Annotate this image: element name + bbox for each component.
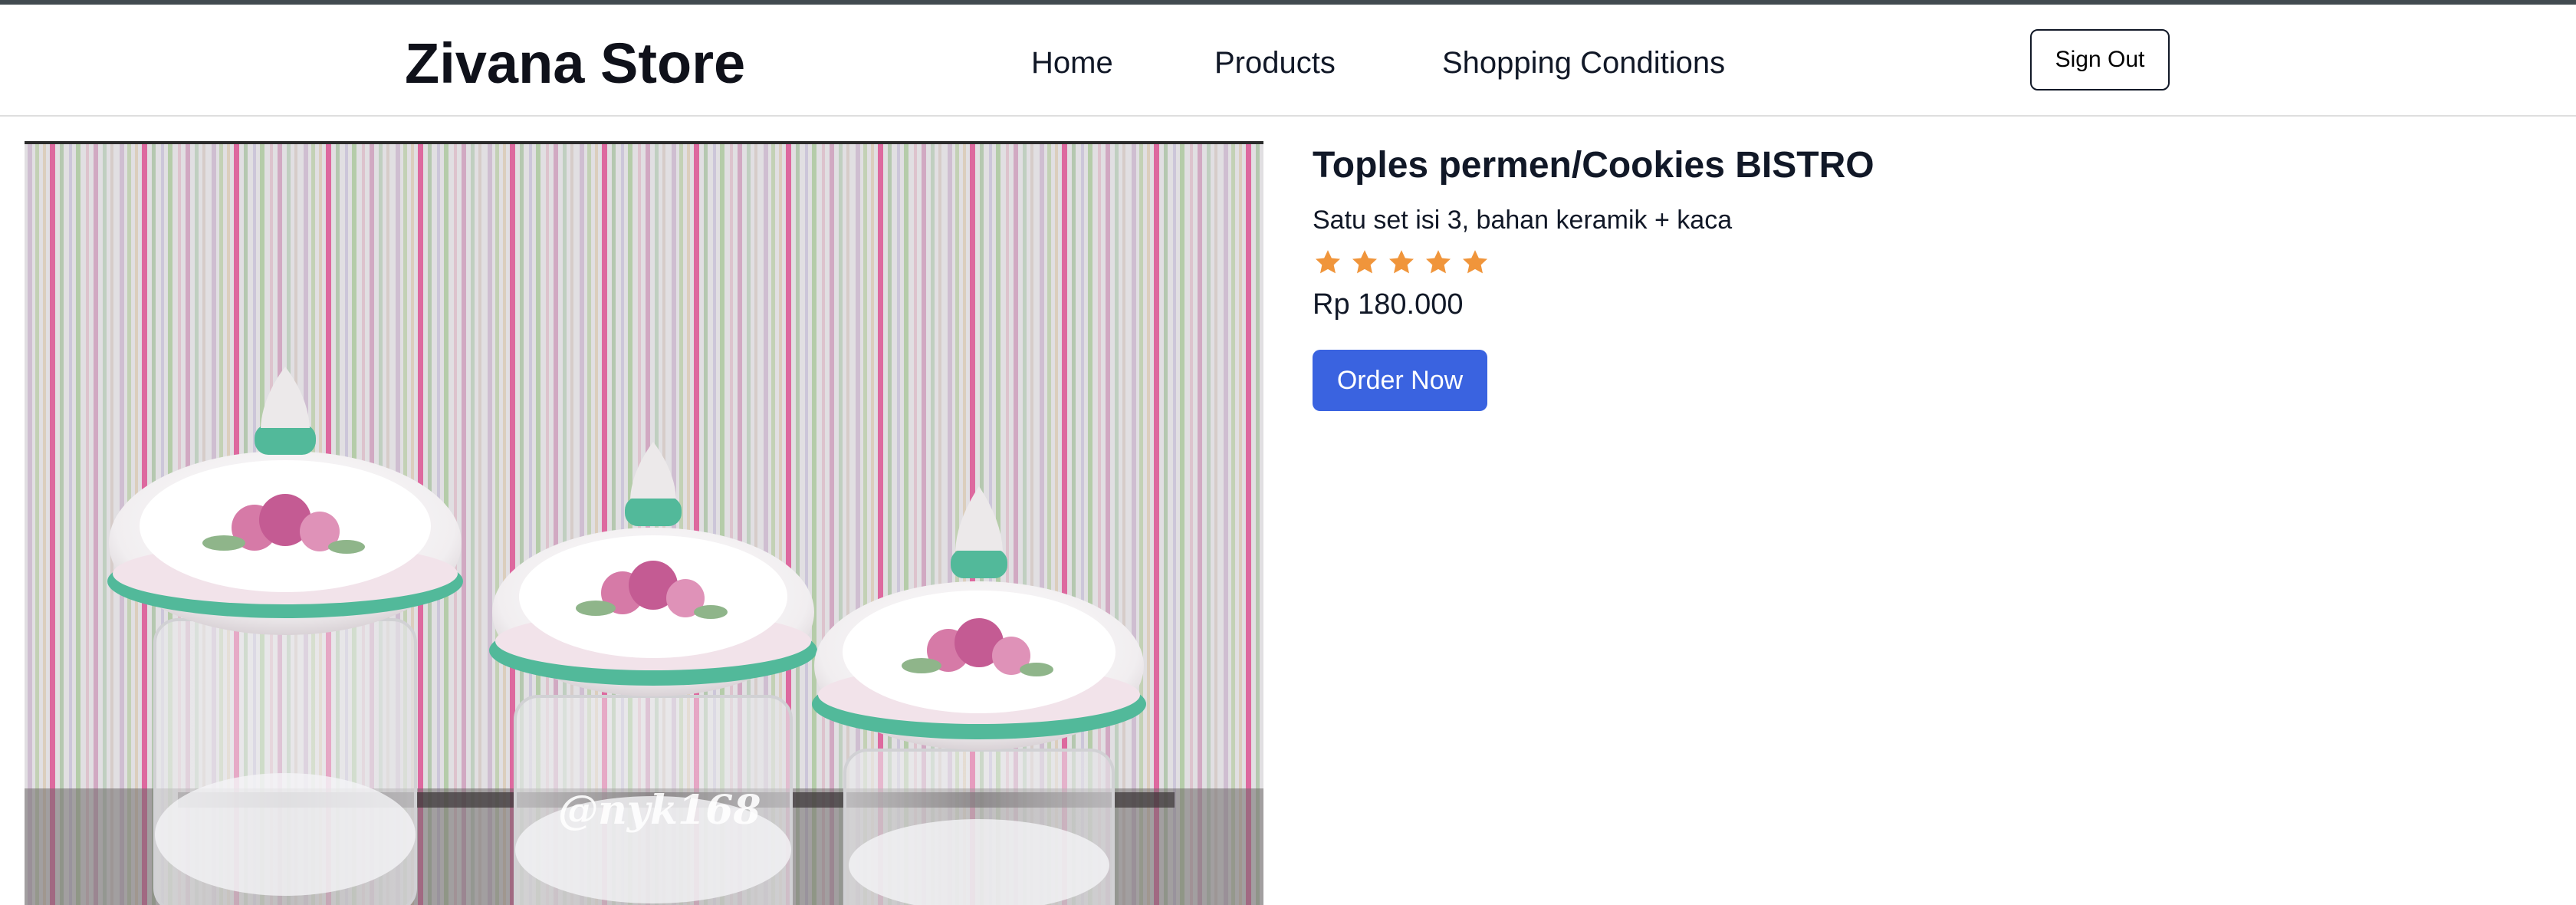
star-icon	[1316, 250, 1340, 274]
rating-stars	[1313, 247, 1490, 278]
product-title: Toples permen/Cookies BISTRO	[1313, 145, 1875, 186]
star-icon	[1352, 250, 1377, 274]
star-icon	[1426, 250, 1451, 274]
star-icon	[1463, 250, 1487, 274]
product-description: Satu set isi 3, bahan keramik + kaca	[1313, 206, 1733, 235]
star-icon	[1389, 250, 1414, 274]
sign-out-button[interactable]: Sign Out	[2030, 29, 2170, 90]
nav-products[interactable]: Products	[1214, 40, 1336, 86]
product-image: @nyk168	[25, 141, 1263, 905]
order-now-button[interactable]: Order Now	[1313, 350, 1487, 411]
nav-home[interactable]: Home	[1031, 40, 1113, 86]
product-price: Rp 180.000	[1313, 288, 1464, 321]
image-watermark: @nyk168	[558, 787, 761, 834]
navbar: Zivana Store Home Products Shopping Cond…	[0, 5, 2576, 117]
nav-shopping-conditions[interactable]: Shopping Conditions	[1442, 40, 1725, 86]
brand-logo[interactable]: Zivana Store	[405, 31, 745, 97]
